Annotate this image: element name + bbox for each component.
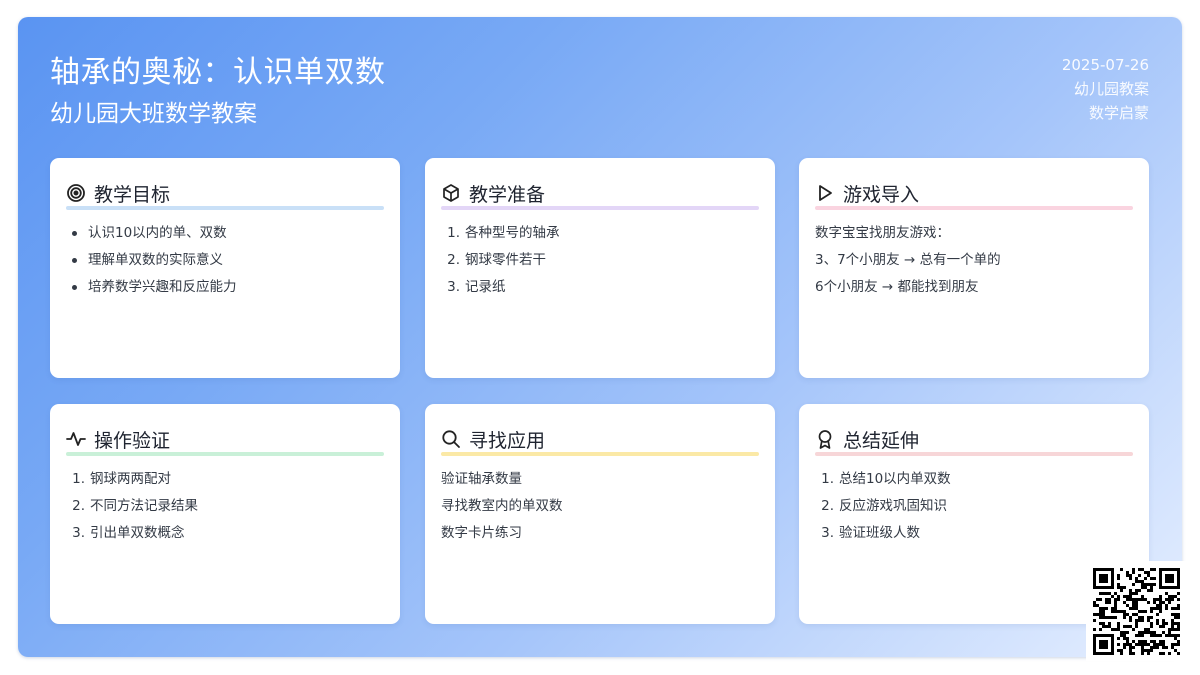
list-item: 1. 各种型号的轴承 — [441, 220, 759, 247]
text-line: 寻找教室内的单双数 — [441, 498, 563, 514]
target-icon — [66, 183, 86, 203]
list-item: 2. 反应游戏巩固知识 — [815, 493, 1133, 520]
prep-list: 1. 各种型号的轴承 2. 钢球零件若干 3. 记录纸 — [441, 220, 759, 301]
text-line: 数字卡片练习 — [441, 525, 522, 541]
list-item-text: 钢球零件若干 — [465, 252, 546, 268]
verify-list: 1. 钢球两两配对 2. 不同方法记录结果 3. 引出单双数概念 — [66, 466, 384, 547]
tag-label: 数学启蒙 — [1088, 104, 1149, 122]
list-item-text: 引出单双数概念 — [90, 525, 185, 541]
qr-code-icon — [1086, 561, 1186, 661]
list-item: 理解单双数的实际意义 — [66, 247, 384, 274]
list-number: 2. — [447, 252, 460, 268]
text-line: 3、7个小朋友 → 总有一个单的 — [815, 252, 1001, 268]
card-teaching-prep: 教学准备 1. 各种型号的轴承 2. 钢球零件若干 3. 记录纸 — [425, 158, 775, 378]
card-accent-bar — [441, 206, 759, 210]
card-accent-bar — [441, 452, 759, 456]
card-accent-bar — [815, 452, 1133, 456]
card-title: 操作验证 — [94, 429, 171, 452]
page-title: 轴承的奥秘：认识单双数 — [50, 55, 386, 90]
list-item-text: 培养数学兴趣和反应能力 — [88, 279, 237, 295]
list-number: 3. — [72, 525, 85, 541]
list-number: 3. — [447, 279, 460, 295]
card-body: 1. 钢球两两配对 2. 不同方法记录结果 3. 引出单双数概念 — [66, 466, 384, 547]
list-item: 3. 引出单双数概念 — [66, 520, 384, 547]
card-find-application: 寻找应用 验证轴承数量 寻找教室内的单双数 数字卡片练习 — [425, 404, 775, 624]
bullet-icon — [72, 285, 77, 290]
category-label: 幼儿园教案 — [1073, 80, 1149, 98]
card-body: 1. 各种型号的轴承 2. 钢球零件若干 3. 记录纸 — [441, 220, 759, 301]
cube-icon — [441, 183, 461, 203]
card-game-intro: 游戏导入 数字宝宝找朋友游戏： 3、7个小朋友 → 总有一个单的 6个小朋友 →… — [799, 158, 1149, 378]
list-item-text: 验证班级人数 — [839, 525, 920, 541]
list-item: 1. 钢球两两配对 — [66, 466, 384, 493]
award-icon — [815, 429, 835, 449]
text-line: 验证轴承数量 — [441, 471, 522, 487]
list-item: 3. 验证班级人数 — [815, 520, 1133, 547]
list-item: 培养数学兴趣和反应能力 — [66, 274, 384, 301]
card-accent-bar — [66, 206, 384, 210]
card-body: 认识10以内的单、双数 理解单双数的实际意义 培养数学兴趣和反应能力 — [66, 220, 384, 301]
list-item-text: 钢球两两配对 — [90, 471, 171, 487]
date-label: 2025-07-26 — [1061, 56, 1149, 74]
activity-icon — [66, 429, 86, 449]
card-body: 数字宝宝找朋友游戏： 3、7个小朋友 → 总有一个单的 6个小朋友 → 都能找到… — [815, 220, 1133, 301]
card-body: 验证轴承数量 寻找教室内的单双数 数字卡片练习 — [441, 466, 759, 547]
list-item: 3. 记录纸 — [441, 274, 759, 301]
list-item-text: 不同方法记录结果 — [90, 498, 198, 514]
list-number: 3. — [821, 525, 834, 541]
list-item-text: 各种型号的轴承 — [465, 225, 560, 241]
list-item-text: 总结10以内单双数 — [839, 471, 951, 487]
summary-list: 1. 总结10以内单双数 2. 反应游戏巩固知识 3. 验证班级人数 — [815, 466, 1133, 547]
list-item-text: 理解单双数的实际意义 — [88, 252, 223, 268]
bullet-icon — [72, 258, 77, 263]
list-item-text: 记录纸 — [465, 279, 506, 295]
list-number: 1. — [72, 471, 85, 487]
list-number: 1. — [821, 471, 834, 487]
text-line: 6个小朋友 → 都能找到朋友 — [815, 279, 979, 295]
search-icon — [441, 429, 461, 449]
list-item: 1. 总结10以内单双数 — [815, 466, 1133, 493]
meta-info: 2025-07-26 幼儿园教案 数学启蒙 — [1062, 53, 1149, 125]
play-icon — [815, 183, 835, 203]
list-item: 2. 钢球零件若干 — [441, 247, 759, 274]
list-item-text: 认识10以内的单、双数 — [88, 225, 227, 241]
page-subtitle: 幼儿园大班数学教案 — [50, 101, 257, 127]
card-title: 教学准备 — [469, 183, 546, 206]
card-title: 总结延伸 — [843, 429, 920, 452]
qr-code-graphic — [1093, 568, 1180, 655]
card-title: 游戏导入 — [843, 183, 920, 206]
lesson-plan-board: 轴承的奥秘：认识单双数 幼儿园大班数学教案 2025-07-26 幼儿园教案 数… — [18, 17, 1182, 657]
card-teaching-goals: 教学目标 认识10以内的单、双数 理解单双数的实际意义 培养数学兴趣和反应能力 — [50, 158, 400, 378]
card-title: 教学目标 — [94, 183, 171, 206]
card-operation-verify: 操作验证 1. 钢球两两配对 2. 不同方法记录结果 3. 引出单双数概念 — [50, 404, 400, 624]
list-number: 2. — [72, 498, 85, 514]
list-item-text: 反应游戏巩固知识 — [839, 498, 947, 514]
card-body: 1. 总结10以内单双数 2. 反应游戏巩固知识 3. 验证班级人数 — [815, 466, 1133, 547]
list-number: 1. — [447, 225, 460, 241]
list-number: 2. — [821, 498, 834, 514]
bullet-icon — [72, 231, 77, 236]
card-accent-bar — [66, 452, 384, 456]
list-item: 2. 不同方法记录结果 — [66, 493, 384, 520]
text-line: 数字宝宝找朋友游戏： — [815, 225, 950, 241]
card-title: 寻找应用 — [469, 429, 546, 452]
goal-list: 认识10以内的单、双数 理解单双数的实际意义 培养数学兴趣和反应能力 — [66, 220, 384, 301]
list-item: 认识10以内的单、双数 — [66, 220, 384, 247]
card-accent-bar — [815, 206, 1133, 210]
